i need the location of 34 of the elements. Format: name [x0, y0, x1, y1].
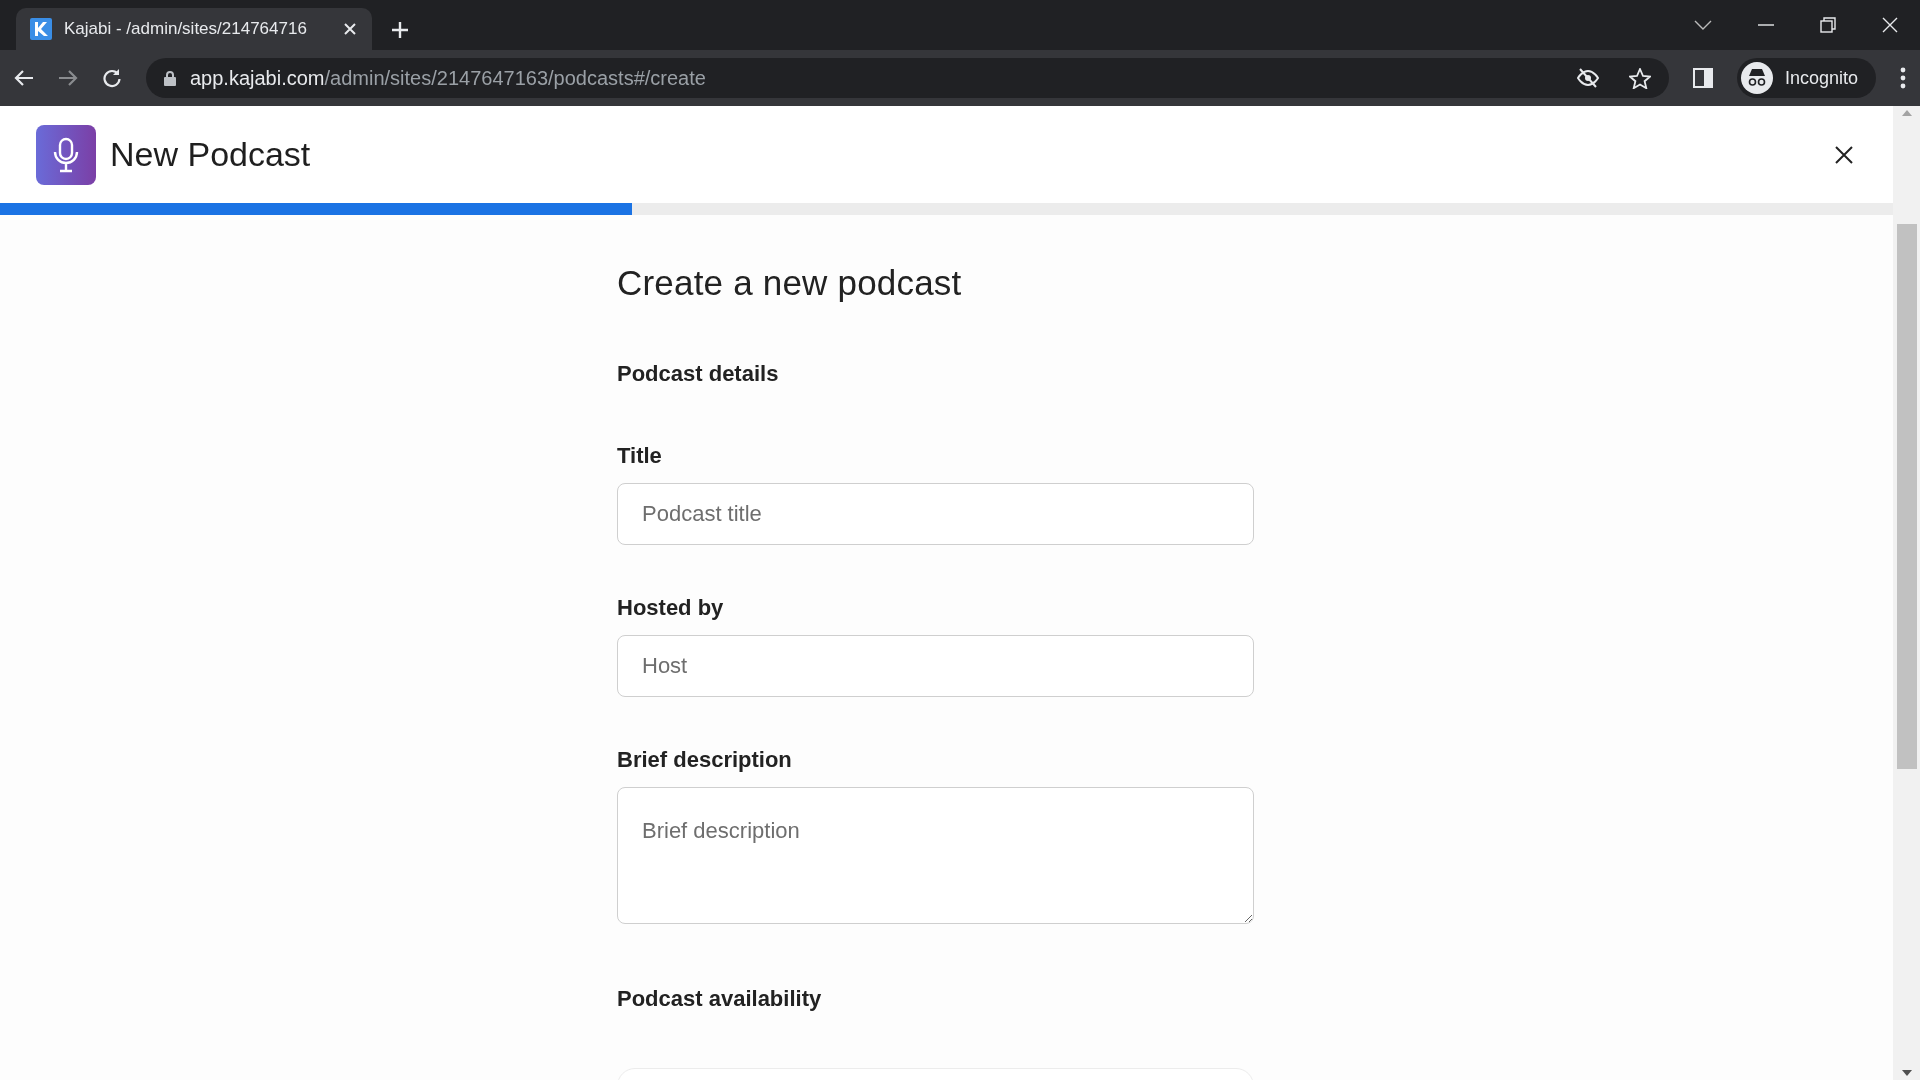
restore-icon[interactable]	[1820, 17, 1836, 33]
menu-icon[interactable]	[1900, 67, 1906, 89]
reload-icon[interactable]	[102, 68, 122, 88]
browser-tab[interactable]: Kajabi - /admin/sites/214764716	[16, 8, 372, 50]
field-label: Hosted by	[617, 595, 725, 621]
microphone-icon	[51, 136, 81, 173]
side-panel-icon[interactable]	[1692, 68, 1713, 88]
field-label: Title	[617, 443, 663, 469]
back-icon[interactable]	[14, 69, 34, 87]
close-icon[interactable]	[342, 21, 358, 37]
scrollbar[interactable]	[1893, 106, 1920, 1080]
scroll-down-icon[interactable]	[1901, 1070, 1912, 1076]
url-text: app.kajabi.com/admin/sites/2147647163/podcasts#/create	[190, 66, 706, 90]
close-icon[interactable]	[1835, 145, 1853, 164]
incognito-icon	[1740, 62, 1773, 94]
close-window-icon[interactable]	[1882, 17, 1898, 33]
forward-icon[interactable]	[58, 69, 78, 87]
profile-button[interactable]: Incognito	[1736, 58, 1876, 98]
page-title: New Podcast	[110, 135, 312, 174]
chevron-down-icon[interactable]	[1694, 20, 1712, 30]
input-field[interactable]: Host	[617, 635, 1254, 697]
scroll-thumb[interactable]	[1896, 224, 1917, 769]
input-field[interactable]: Podcast title	[617, 483, 1254, 545]
lock-icon	[164, 70, 176, 86]
form-heading: Create a new podcast	[617, 263, 963, 303]
eye-slash-icon[interactable]	[1576, 68, 1599, 88]
new-tab-icon[interactable]	[390, 20, 410, 40]
star-icon[interactable]	[1628, 67, 1651, 89]
address-bar[interactable]: app.kajabi.com/admin/sites/2147647163/podcasts#/create	[146, 58, 1669, 98]
section-title: Podcast availability	[617, 986, 823, 1012]
favicon-icon	[30, 18, 52, 40]
description-field[interactable]: Brief description	[617, 787, 1254, 924]
field-label: Brief description	[617, 747, 793, 773]
section-title: Podcast details	[617, 361, 780, 387]
